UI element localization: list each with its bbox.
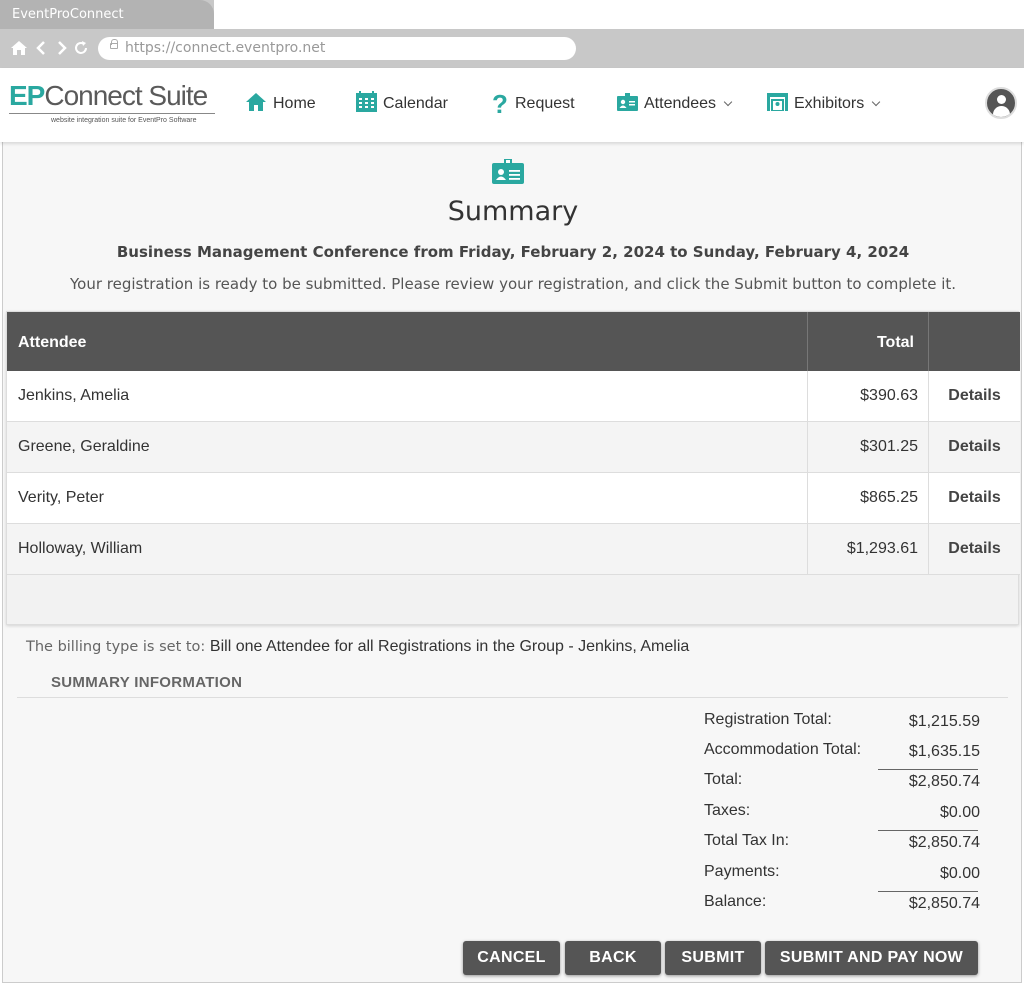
summary-rule [878, 891, 978, 892]
details-link[interactable]: Details [929, 438, 1020, 456]
attendee-name: Verity, Peter [18, 489, 104, 506]
logo-wordmark: EPConnect Suite [9, 80, 208, 111]
table-row: Greene, Geraldine $301.25 Details [7, 422, 1020, 473]
summary-value: $2,850.74 [908, 895, 980, 912]
event-summary-line: Business Management Conference from Frid… [116, 243, 910, 261]
reload-icon[interactable] [71, 39, 91, 59]
summary-label: Total Tax In: [704, 832, 790, 849]
attendee-total: $865.25 [860, 489, 918, 506]
nav-request[interactable]: ? Request [491, 88, 575, 119]
intro-text: Your registration is ready to be submitt… [69, 275, 957, 293]
browser-toolbar: https://connect.eventpro.net [0, 29, 1024, 68]
nav-calendar[interactable]: Calendar [356, 91, 448, 117]
attendee-name: Greene, Geraldine [18, 438, 150, 455]
column-header-attendee: Attendee [18, 334, 87, 351]
billing-type-value: Bill one Attendee for all Registrations … [209, 638, 690, 655]
user-avatar-icon[interactable] [985, 87, 1017, 119]
nav-home[interactable]: Home [245, 91, 316, 117]
booth-icon [767, 92, 788, 116]
attendee-total: $1,293.61 [846, 540, 918, 557]
summary-row-total: Total: $2,850.74 [704, 769, 980, 793]
nav-calendar-label: Calendar [383, 95, 448, 112]
summary-value: $2,850.74 [908, 773, 980, 790]
summary-value: $0.00 [939, 804, 980, 821]
summary-row-registration-total: Registration Total: $1,215.59 [704, 711, 980, 733]
chevron-down-icon [872, 97, 881, 107]
id-badge-icon [492, 159, 524, 184]
billing-type: The billing type is set to: Bill one Att… [26, 638, 689, 656]
summary-label: Balance: [704, 893, 767, 910]
nav-home-label: Home [273, 95, 316, 112]
browser-tab[interactable]: EventProConnect [0, 0, 214, 29]
browser-chrome: EventProConnect https://connect.eventpro… [0, 0, 1024, 68]
house-icon [245, 91, 267, 118]
attendee-table: Attendee Total Jenkins, Amelia $390.63 D… [6, 311, 1020, 625]
summary-value: $1,635.15 [908, 743, 980, 760]
submit-button[interactable]: SUBMIT [665, 941, 761, 975]
details-link[interactable]: Details [929, 540, 1020, 558]
main-content: Summary Business Management Conference f… [2, 142, 1022, 983]
logo-divider [9, 113, 215, 114]
submit-and-pay-button[interactable]: SUBMIT AND PAY NOW [765, 941, 978, 975]
tab-title: EventProConnect [12, 7, 124, 22]
id-badge-icon [617, 92, 638, 116]
back-arrow-icon[interactable] [32, 39, 52, 59]
lock-icon [110, 39, 118, 49]
table-row: Verity, Peter $865.25 Details [7, 473, 1020, 524]
details-link[interactable]: Details [929, 387, 1020, 405]
logo-tagline: website integration suite for EventPro S… [51, 117, 197, 124]
address-bar[interactable]: https://connect.eventpro.net [98, 37, 576, 60]
summary-label: Registration Total: [704, 711, 832, 728]
summary-value: $0.00 [939, 865, 980, 882]
summary-row-payments: Payments: $0.00 [704, 863, 980, 885]
forward-arrow-icon[interactable] [52, 39, 72, 59]
nav-exhibitors[interactable]: Exhibitors [767, 91, 881, 117]
summary-row-balance: Balance: $2,850.74 [704, 891, 980, 915]
back-button[interactable]: BACK [565, 941, 661, 975]
attendee-total: $301.25 [860, 438, 918, 455]
attendee-total: $390.63 [860, 387, 918, 404]
summary-label: Payments: [704, 863, 780, 880]
nav-exhibitors-label: Exhibitors [794, 95, 865, 112]
summary-value: $2,850.74 [908, 834, 980, 851]
chevron-down-icon [723, 97, 733, 107]
page-title: Summary [447, 196, 579, 227]
summary-rule [878, 830, 978, 831]
column-header-total: Total [876, 334, 914, 351]
calendar-icon [356, 91, 377, 117]
details-link[interactable]: Details [929, 489, 1020, 507]
table-row: Jenkins, Amelia $390.63 Details [7, 371, 1020, 422]
home-icon[interactable] [9, 39, 29, 59]
summary-label: Total: [704, 771, 743, 788]
summary-divider [17, 697, 1008, 698]
logo[interactable]: EPConnect Suite website integration suit… [9, 80, 219, 130]
cancel-button[interactable]: CANCEL [463, 941, 560, 975]
summary-row-accommodation-total: Accommodation Total: $1,635.15 [704, 741, 980, 763]
billing-type-label: The billing type is set to: [26, 639, 210, 655]
nav-attendees[interactable]: Attendees [617, 91, 733, 117]
summary-heading: SUMMARY INFORMATION [51, 674, 243, 691]
app-header: EPConnect Suite website integration suit… [0, 68, 1024, 142]
summary-label: Taxes: [704, 802, 751, 819]
summary-row-total-tax-in: Total Tax In: $2,850.74 [704, 830, 980, 854]
attendee-name: Jenkins, Amelia [18, 387, 130, 404]
url-text: https://connect.eventpro.net [125, 40, 326, 56]
table-header: Attendee Total [7, 312, 1020, 371]
attendee-name: Holloway, William [18, 540, 143, 557]
summary-value: $1,215.59 [908, 713, 980, 730]
nav-attendees-label: Attendees [644, 95, 717, 112]
summary-rule [878, 769, 978, 770]
summary-label: Accommodation Total: [704, 741, 862, 758]
column-divider [928, 312, 929, 371]
question-mark-icon: ? [492, 88, 508, 119]
table-row: Holloway, William $1,293.61 Details [7, 524, 1020, 575]
tab-strip [214, 0, 1024, 29]
summary-row-taxes: Taxes: $0.00 [704, 802, 980, 824]
nav-request-label: Request [515, 95, 575, 112]
